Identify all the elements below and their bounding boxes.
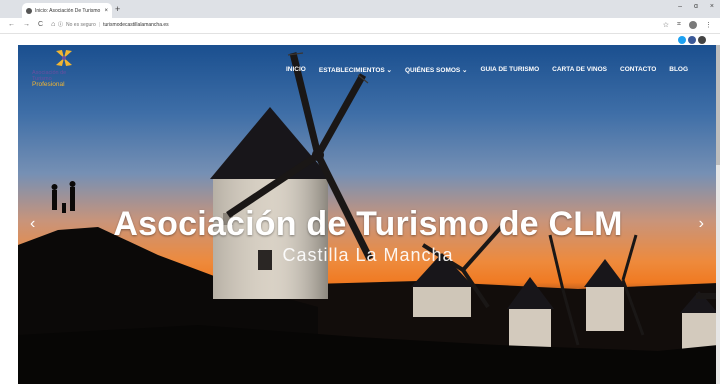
hero-slider: Asociación de Turismo Profesional INICIO… (18, 45, 718, 384)
forward-button[interactable]: → (23, 21, 30, 28)
site-logo[interactable]: Asociación de Turismo Profesional (32, 49, 102, 89)
browser-window: Inicio: Asociación De Turismo Pr... × + … (0, 0, 720, 384)
security-label: No es seguro (66, 21, 96, 28)
logo-emblem-icon (56, 50, 72, 66)
nav-inicio[interactable]: INICIO (286, 66, 306, 74)
scrollbar-thumb[interactable] (716, 45, 720, 165)
page-scrollbar[interactable] (716, 45, 720, 384)
menu-icon[interactable]: ⋮ (705, 21, 712, 29)
reload-button[interactable]: C (38, 21, 43, 28)
url-text[interactable]: turismodecastillalamancha.es (103, 22, 169, 28)
minimize-button[interactable]: – (678, 3, 682, 10)
close-window-button[interactable]: × (710, 3, 714, 10)
extension-icon[interactable]: ⌗ (677, 21, 681, 29)
nav-contacto[interactable]: CONTACTO (620, 66, 656, 74)
hero-subtitle: Castilla La Mancha (282, 245, 454, 265)
twitter-icon[interactable] (678, 36, 686, 44)
hero-title: Asociación de Turismo de CLM (113, 205, 623, 243)
web-page: Asociación de Turismo Profesional INICIO… (0, 34, 720, 384)
bookmark-star-icon[interactable]: ☆ (663, 21, 669, 29)
new-tab-button[interactable]: + (115, 4, 120, 14)
close-tab-icon[interactable]: × (104, 8, 108, 14)
main-nav: INICIO ESTABLECIMIENTOS ⌄ QUIÉNES SOMOS … (286, 66, 688, 74)
site-favicon-icon (26, 7, 32, 14)
toolbar-right: ☆ ⌗ ⋮ (663, 21, 712, 29)
tab-bar: Inicio: Asociación De Turismo Pr... × + … (0, 0, 720, 18)
maximize-button[interactable]: ɑ (694, 3, 698, 10)
instagram-icon[interactable] (698, 36, 706, 44)
social-links (678, 36, 706, 44)
info-icon[interactable]: ⓘ (58, 21, 63, 28)
home-button[interactable]: ⌂ (51, 21, 55, 28)
facebook-icon[interactable] (688, 36, 696, 44)
profile-avatar[interactable] (689, 21, 697, 29)
nav-buttons: ← → C ⌂ (8, 21, 55, 28)
tab-title: Inicio: Asociación De Turismo Pr... (35, 7, 102, 14)
address-separator: | (98, 21, 101, 28)
slider-next-button[interactable]: › (699, 215, 704, 233)
browser-tab[interactable]: Inicio: Asociación De Turismo Pr... × (22, 3, 112, 18)
nav-establecimientos[interactable]: ESTABLECIMIENTOS ⌄ (319, 66, 392, 74)
slider-prev-button[interactable]: ‹ (30, 215, 35, 233)
logo-text: Asociación de Turismo Profesional (32, 70, 66, 88)
address-bar[interactable]: ⓘ No es seguro | turismodecastillalamanc… (58, 21, 169, 29)
logo-line-3: Profesional (32, 81, 65, 88)
window-controls: – ɑ × (678, 3, 714, 10)
nav-carta-vinos[interactable]: CARTA DE VINOS (552, 66, 607, 74)
nav-guia-turismo[interactable]: GUIA DE TURISMO (481, 66, 540, 74)
nav-blog[interactable]: BLOG (669, 66, 688, 74)
back-button[interactable]: ← (8, 21, 15, 28)
nav-quienes-somos[interactable]: QUIÉNES SOMOS ⌄ (405, 66, 468, 74)
browser-toolbar: ← → C ⌂ ⓘ No es seguro | turismodecastil… (0, 18, 720, 34)
